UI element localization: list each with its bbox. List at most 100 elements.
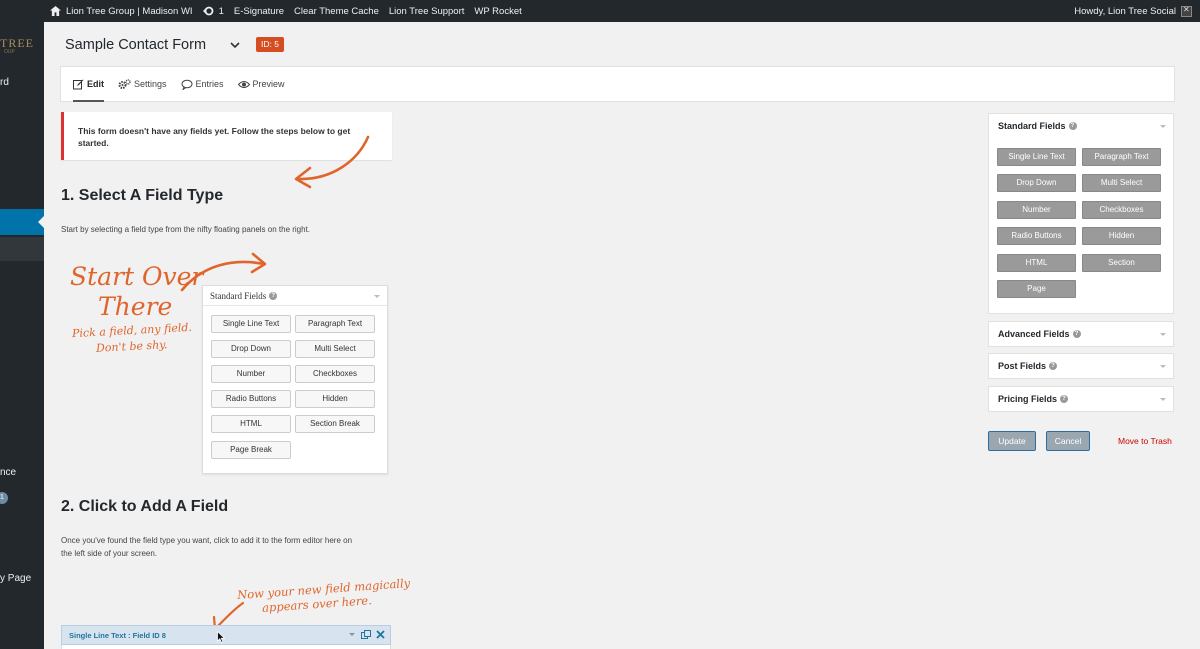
notice-arrow-icon [294,135,370,189]
adminbar-item-wp-rocket[interactable]: WP Rocket [469,0,526,22]
home-icon [50,6,61,16]
handwritten-there: There [98,292,173,321]
help-icon: ? [269,291,278,300]
step2-heading: 2. Click to Add A Field [61,498,229,515]
step1-heading: 1. Select A Field Type [61,187,224,204]
updates-link[interactable]: 1 [198,0,229,22]
tab-entries[interactable]: Entries [181,66,224,102]
form-title[interactable]: Sample Contact Form [65,37,206,53]
new-field-body [61,645,391,649]
site-logo-sub: OUP [4,49,15,55]
adminbar-item-support[interactable]: Lion Tree Support [384,0,470,22]
adminbar-item-esignature[interactable]: E-Signature [229,0,289,22]
tab-preview[interactable]: Preview [237,66,285,102]
avatar [1181,5,1192,17]
post-fields-header[interactable]: Post Fields ? [989,354,1173,378]
advanced-fields-panel[interactable]: Advanced Fields ? [988,321,1174,347]
help-icon[interactable]: ? [1060,395,1069,403]
advanced-fields-header[interactable]: Advanced Fields ? [989,322,1173,346]
move-to-trash-link[interactable]: Move to Trash [1118,436,1172,446]
post-fields-panel[interactable]: Post Fields ? [988,353,1174,379]
updates-count: 1 [218,5,224,17]
duplicate-icon[interactable] [361,630,371,639]
tab-edit-label: Edit [87,79,104,89]
field-button-multi-select[interactable]: Multi Select [1082,174,1161,192]
step1-text: Start by selecting a field type from the… [61,225,311,234]
field-button-checkboxes[interactable]: Checkboxes [1082,201,1161,219]
field-button-hidden[interactable]: Hidden [1082,227,1161,245]
example-panel-header: Standard Fields ? [203,286,387,306]
example-field-button: Multi Select [295,340,375,358]
standard-fields-title: Standard Fields [998,121,1066,131]
sidebar-item-dashboard[interactable]: rd [0,77,9,88]
admin-sidebar: TREE OUP rd nce 1 y Page [0,22,44,649]
example-field-button: Single Line Text [211,315,291,333]
handwritten-dont-be-shy: Don't be shy. [95,338,168,355]
form-id-badge: ID: 5 [256,37,284,52]
sidebar-submenu [0,237,44,261]
tab-settings-label: Settings [134,79,167,89]
example-standard-fields-panel: Standard Fields ? Single Line Text Parag… [202,285,388,474]
field-button-html[interactable]: HTML [997,254,1076,272]
site-name: Lion Tree Group | Madison WI [66,5,193,17]
tab-settings[interactable]: Settings [118,66,167,102]
comment-icon [181,79,193,90]
updates-icon [202,6,213,16]
standard-fields-panel: Standard Fields ? Single Line Text Parag… [988,113,1174,314]
adminbar-item-clear-cache[interactable]: Clear Theme Cache [289,0,384,22]
field-button-drop-down[interactable]: Drop Down [997,174,1076,192]
mouse-cursor-icon [217,631,225,643]
post-fields-title: Post Fields [998,361,1047,371]
edit-icon [73,79,84,89]
step2-text-line1: Once you've found the field type you wan… [61,536,353,545]
cancel-button[interactable]: Cancel [1046,431,1090,451]
example-field-button: Paragraph Text [295,315,375,333]
sidebar-item-my-page[interactable]: y Page [0,573,31,584]
pricing-fields-header[interactable]: Pricing Fields ? [989,387,1173,411]
caret-down-icon[interactable] [1160,125,1166,128]
field-button-section[interactable]: Section [1082,254,1161,272]
site-name-link[interactable]: Lion Tree Group | Madison WI [0,0,198,22]
pricing-fields-title: Pricing Fields [998,394,1058,404]
caret-down-icon [374,295,380,298]
howdy-greeting: Howdy, Lion Tree Social [1074,5,1176,17]
new-field-label: Single Line Text : Field ID 8 [69,630,166,640]
pricing-fields-panel[interactable]: Pricing Fields ? [988,386,1174,412]
field-button-paragraph-text[interactable]: Paragraph Text [1082,148,1161,166]
step2-text-line2: the left side of your screen. [61,549,158,558]
field-button-page[interactable]: Page [997,280,1076,298]
help-icon[interactable]: ? [1072,330,1081,338]
tab-edit[interactable]: Edit [73,66,104,102]
example-field-button: Page Break [211,441,291,459]
caret-down-icon[interactable] [1160,398,1166,401]
form-tabs: Edit Settings Entries Preview [60,66,1175,102]
eye-icon [237,80,250,88]
update-button[interactable]: Update [988,431,1036,451]
comments-count-badge: 1 [0,492,8,504]
field-button-number[interactable]: Number [997,201,1076,219]
new-field-bar[interactable]: Single Line Text : Field ID 8 [61,625,391,645]
example-panel-title: Standard Fields [210,290,267,301]
tab-entries-label: Entries [195,79,224,89]
example-field-button: Section Break [295,415,375,433]
gear-icon [118,78,131,89]
caret-down-icon[interactable] [349,633,355,636]
handwritten-pick: Pick a field, any field. [71,320,193,341]
help-icon[interactable]: ? [1068,122,1077,130]
account-menu[interactable]: Howdy, Lion Tree Social [1074,5,1200,17]
tab-preview-label: Preview [252,79,285,89]
field-button-single-line-text[interactable]: Single Line Text [997,148,1076,166]
sidebar-item-appearance[interactable]: nce [0,467,16,478]
example-field-button: Drop Down [211,340,291,358]
caret-down-icon[interactable] [1160,365,1166,368]
standard-fields-header[interactable]: Standard Fields ? [989,114,1173,138]
help-icon[interactable]: ? [1049,362,1058,370]
field-actions [344,630,385,639]
sidebar-item-forms-active[interactable] [0,209,44,235]
chevron-down-icon[interactable] [229,39,241,51]
caret-down-icon[interactable] [1160,333,1166,336]
field-button-radio-buttons[interactable]: Radio Buttons [997,227,1076,245]
example-field-button: Checkboxes [295,365,375,383]
example-field-button: Radio Buttons [211,390,291,408]
delete-icon[interactable] [376,630,385,639]
